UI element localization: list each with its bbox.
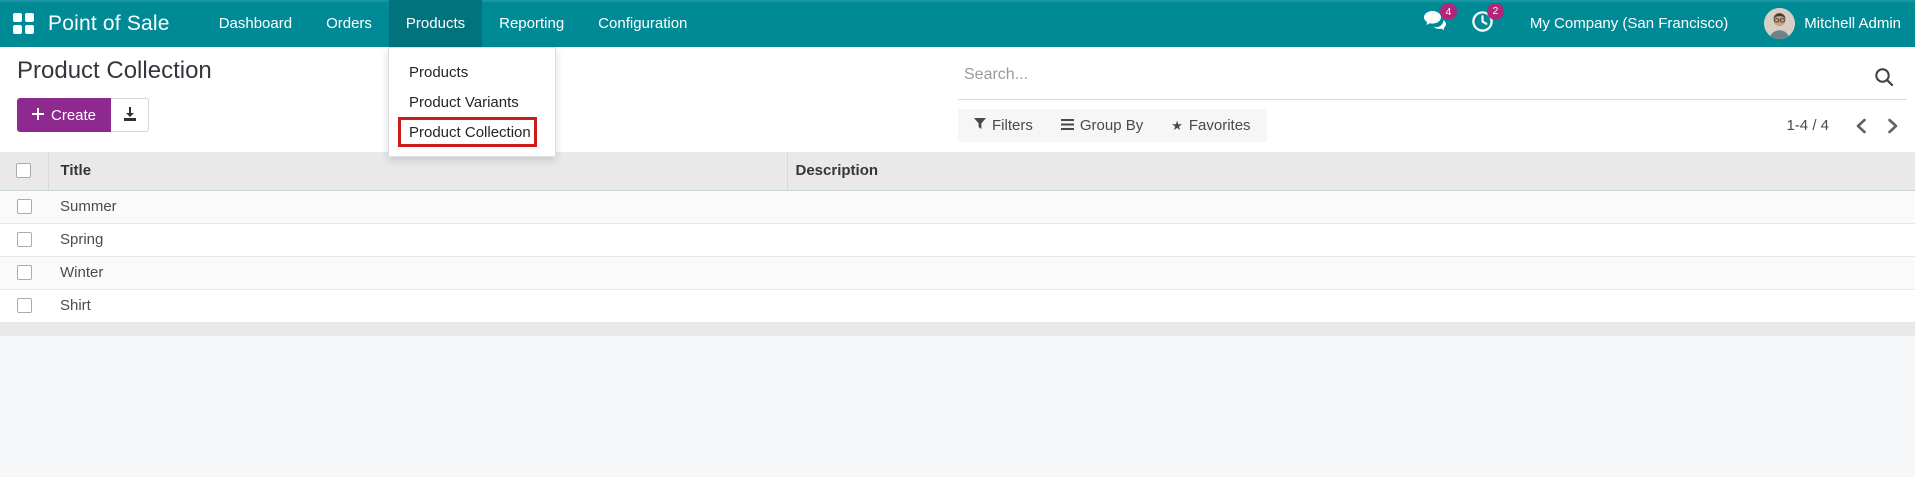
apps-menu-button[interactable] (0, 0, 48, 47)
action-buttons: Create (17, 98, 212, 132)
menu-item-product-variants[interactable]: Product Variants (389, 87, 555, 117)
column-header-description[interactable]: Description (787, 152, 1915, 190)
filters-label: Filters (992, 117, 1033, 134)
table-footer-band (0, 323, 1915, 336)
column-header-title[interactable]: Title (48, 152, 787, 190)
search-input[interactable] (958, 57, 1907, 99)
favorites-button[interactable]: ★ Favorites (1171, 117, 1250, 134)
table-row-spring[interactable]: Spring (0, 223, 1915, 256)
nav-item-reporting[interactable]: Reporting (482, 0, 581, 47)
nav-item-orders[interactable]: Orders (309, 0, 389, 47)
pager-previous-button[interactable] (1851, 114, 1871, 138)
bars-icon (1061, 117, 1074, 134)
pager-next-button[interactable] (1883, 114, 1903, 138)
row-title: Summer (48, 190, 787, 223)
row-description (787, 256, 1915, 289)
control-panel-right: Filters Group By ★ Favorites 1-4 / 4 (958, 57, 1907, 142)
company-switcher[interactable]: My Company (San Francisco) (1530, 15, 1728, 32)
row-description (787, 223, 1915, 256)
table-row-winter[interactable]: Winter (0, 256, 1915, 289)
row-title: Winter (48, 256, 787, 289)
row-description (787, 289, 1915, 322)
table-header-row: Title Description (0, 152, 1915, 190)
navbar-right: 4 2 My Company (San Francisco) Mitchell … (1423, 0, 1915, 47)
filter-group: Filters Group By ★ Favorites (958, 109, 1267, 142)
page-title: Product Collection (17, 57, 212, 85)
select-all-cell (0, 152, 48, 190)
products-dropdown-menu: Products Product Variants Product Collec… (388, 47, 556, 157)
filters-button[interactable]: Filters (974, 117, 1033, 134)
nav-item-configuration[interactable]: Configuration (581, 0, 704, 47)
messages-button[interactable]: 4 (1423, 10, 1447, 37)
menu-item-product-collection[interactable]: Product Collection (398, 117, 537, 147)
pager-range: 1-4 / 4 (1786, 117, 1829, 134)
navbar-menu: Dashboard Orders Products Reporting Conf… (202, 0, 705, 47)
messages-badge: 4 (1440, 3, 1457, 20)
table-row-summer[interactable]: Summer (0, 190, 1915, 223)
product-collection-table: Title Description Summer Spring Winter S… (0, 152, 1915, 323)
table-row-shirt[interactable]: Shirt (0, 289, 1915, 322)
row-title: Shirt (48, 289, 787, 322)
group-by-button[interactable]: Group By (1061, 117, 1143, 134)
row-checkbox[interactable] (17, 265, 32, 280)
plus-icon (32, 107, 44, 124)
export-button[interactable] (111, 98, 149, 132)
control-panel-left: Product Collection Create (17, 57, 212, 132)
row-checkbox[interactable] (17, 232, 32, 247)
page-background (0, 336, 1915, 477)
app-brand[interactable]: Point of Sale (48, 0, 202, 47)
activities-button[interactable]: 2 (1471, 10, 1494, 38)
row-checkbox[interactable] (17, 199, 32, 214)
search-bar (958, 57, 1907, 100)
control-panel: Product Collection Create (0, 47, 1915, 152)
star-icon: ★ (1171, 119, 1183, 132)
top-navbar: Point of Sale Dashboard Orders Products … (0, 0, 1915, 47)
row-title: Spring (48, 223, 787, 256)
user-name: Mitchell Admin (1804, 15, 1901, 32)
row-checkbox[interactable] (17, 298, 32, 313)
funnel-icon (974, 117, 986, 134)
filter-row: Filters Group By ★ Favorites 1-4 / 4 (958, 109, 1907, 142)
navbar-left: Point of Sale Dashboard Orders Products … (0, 0, 704, 47)
nav-item-dashboard[interactable]: Dashboard (202, 0, 309, 47)
favorites-label: Favorites (1189, 117, 1251, 134)
row-description (787, 190, 1915, 223)
nav-item-products[interactable]: Products (389, 0, 482, 47)
create-button[interactable]: Create (17, 98, 111, 132)
activities-badge: 2 (1487, 3, 1504, 20)
menu-item-products[interactable]: Products (389, 57, 555, 87)
apps-grid-icon (13, 13, 34, 34)
select-all-checkbox[interactable] (16, 163, 31, 178)
pager: 1-4 / 4 (1786, 114, 1907, 138)
user-avatar (1764, 8, 1795, 39)
download-icon (122, 106, 138, 125)
user-menu[interactable]: Mitchell Admin (1764, 8, 1901, 39)
magnifier-icon[interactable] (1873, 66, 1895, 93)
group-by-label: Group By (1080, 117, 1143, 134)
create-button-label: Create (51, 107, 96, 124)
